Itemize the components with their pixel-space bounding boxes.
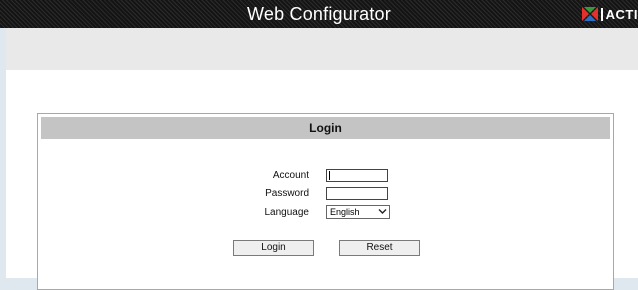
language-label: Language [264,207,310,218]
app-title: Web Configurator [247,4,391,24]
chevron-down-icon [378,209,387,214]
acti-logo-icon [581,7,598,21]
logo-text: ACTI [600,7,638,21]
text-caret [329,171,330,180]
login-button[interactable]: Login [233,240,314,256]
login-panel-title: Login [41,117,610,139]
toolbar-area [6,28,638,70]
account-input[interactable] [326,169,388,182]
reset-button[interactable]: Reset [339,240,420,256]
account-label: Account [272,170,309,181]
password-input[interactable] [326,187,388,200]
brand-logo: ACTI [581,6,638,22]
password-label: Password [265,188,309,199]
header-bar: Web Configurator ACTI [0,0,638,28]
main-content: Login Account Password Language English … [6,70,638,290]
login-panel: Login Account Password Language English … [37,113,614,290]
language-select[interactable]: English [326,205,390,219]
language-selected-value: English [330,207,360,217]
